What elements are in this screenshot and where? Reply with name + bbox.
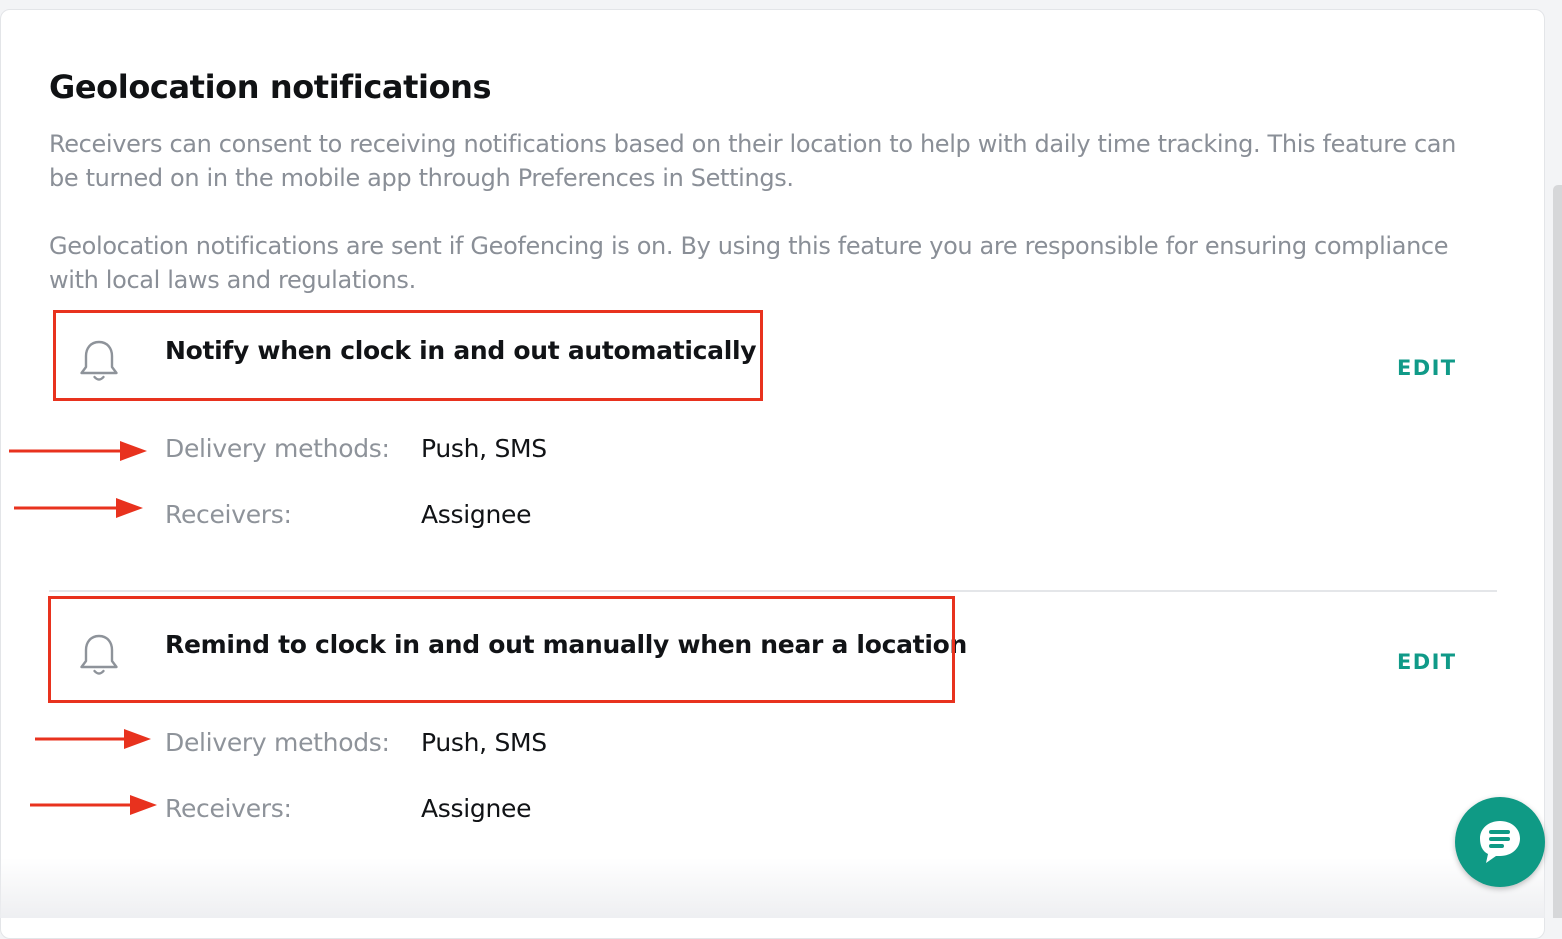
- annotation-highlight-box: [48, 596, 955, 703]
- receivers-value: Assignee: [421, 794, 532, 823]
- bottom-fade: [0, 858, 1545, 918]
- delivery-methods-label: Delivery methods:: [165, 434, 390, 463]
- receivers-value: Assignee: [421, 500, 532, 529]
- edit-button[interactable]: EDIT: [1397, 356, 1457, 380]
- annotation-arrow-icon: [35, 729, 151, 749]
- page-scrollbar[interactable]: [1553, 185, 1562, 918]
- annotation-highlight-box: [53, 310, 763, 401]
- settings-card: Geolocation notifications Receivers can …: [0, 9, 1545, 939]
- annotation-arrow-icon: [14, 498, 143, 518]
- chat-bubble-icon: [1480, 821, 1520, 863]
- edit-button[interactable]: EDIT: [1397, 650, 1457, 674]
- receivers-label: Receivers:: [165, 500, 292, 529]
- receivers-label: Receivers:: [165, 794, 292, 823]
- section-divider: [49, 590, 1497, 592]
- section-description-geofencing: Geolocation notifications are sent if Ge…: [49, 232, 1449, 294]
- annotation-arrow-icon: [30, 795, 157, 815]
- section-title: Geolocation notifications: [49, 68, 492, 106]
- annotation-arrow-icon: [9, 441, 147, 461]
- delivery-methods-value: Push, SMS: [421, 434, 547, 463]
- delivery-methods-value: Push, SMS: [421, 728, 547, 757]
- chat-widget-button[interactable]: [1455, 797, 1545, 887]
- delivery-methods-label: Delivery methods:: [165, 728, 390, 757]
- section-description-consent: Receivers can consent to receiving notif…: [49, 130, 1457, 192]
